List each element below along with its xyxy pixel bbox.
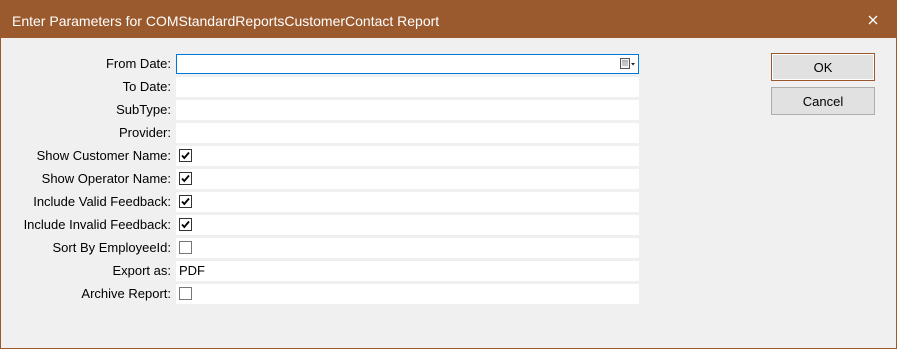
- from-date-field[interactable]: [176, 54, 639, 74]
- archive-report-label: Archive Report:: [81, 286, 171, 301]
- provider-field[interactable]: [176, 123, 639, 143]
- checkmark-icon: [181, 174, 190, 183]
- export-as-field[interactable]: PDF: [176, 261, 639, 281]
- archive-report-field: [176, 284, 639, 304]
- show-customer-name-label: Show Customer Name:: [36, 148, 171, 163]
- window-title: Enter Parameters for COMStandardReportsC…: [12, 13, 440, 29]
- to-date-label: To Date:: [122, 79, 171, 94]
- show-operator-name-row: Show Operator Name:: [1, 169, 641, 189]
- export-as-label: Export as:: [112, 263, 171, 278]
- sort-by-employeeid-label: Sort By EmployeeId:: [52, 240, 172, 255]
- ok-button[interactable]: OK: [771, 53, 875, 81]
- subtype-label: SubType:: [116, 102, 171, 117]
- include-invalid-feedback-field: [176, 215, 639, 235]
- show-operator-name-checkbox[interactable]: [179, 172, 192, 185]
- show-customer-name-field: [176, 146, 639, 166]
- show-customer-name-checkbox[interactable]: [179, 149, 192, 162]
- include-valid-feedback-row: Include Valid Feedback:: [1, 192, 641, 212]
- calendar-dropdown-icon[interactable]: [619, 56, 637, 72]
- sort-by-employeeid-field: [176, 238, 639, 258]
- archive-report-row: Archive Report:: [1, 284, 641, 304]
- archive-report-checkbox[interactable]: [179, 287, 192, 300]
- include-valid-feedback-checkbox[interactable]: [179, 195, 192, 208]
- show-customer-name-row: Show Customer Name:: [1, 146, 641, 166]
- checkmark-icon: [181, 197, 190, 206]
- subtype-row: SubType:: [1, 100, 641, 120]
- provider-label: Provider:: [118, 125, 171, 140]
- to-date-row: To Date:: [1, 77, 641, 97]
- include-valid-feedback-label: Include Valid Feedback:: [33, 194, 171, 209]
- subtype-field[interactable]: [176, 100, 639, 120]
- from-date-label: From Date:: [105, 56, 171, 71]
- cancel-button[interactable]: Cancel: [771, 87, 875, 115]
- show-operator-name-field: [176, 169, 639, 189]
- to-date-field[interactable]: [176, 77, 639, 97]
- include-valid-feedback-field: [176, 192, 639, 212]
- show-operator-name-label: Show Operator Name:: [41, 171, 171, 186]
- checkmark-icon: [181, 220, 190, 229]
- include-invalid-feedback-row: Include Invalid Feedback:: [1, 215, 641, 235]
- export-as-row: Export as: PDF: [1, 261, 641, 281]
- export-as-value: PDF: [179, 263, 205, 278]
- from-date-row: From Date:: [1, 54, 641, 74]
- sort-by-employeeid-row: Sort By EmployeeId:: [1, 238, 641, 258]
- checkmark-icon: [181, 151, 190, 160]
- title-bar[interactable]: Enter Parameters for COMStandardReportsC…: [1, 1, 896, 38]
- report-parameters-dialog: Enter Parameters for COMStandardReportsC…: [0, 0, 897, 349]
- close-icon: [868, 15, 878, 25]
- include-invalid-feedback-checkbox[interactable]: [179, 218, 192, 231]
- parameters-form: From Date: To Date: SubType: Provider: S…: [1, 38, 761, 348]
- close-button[interactable]: [850, 1, 896, 38]
- include-invalid-feedback-label: Include Invalid Feedback:: [23, 217, 171, 232]
- sort-by-employeeid-checkbox[interactable]: [179, 241, 192, 254]
- provider-row: Provider:: [1, 123, 641, 143]
